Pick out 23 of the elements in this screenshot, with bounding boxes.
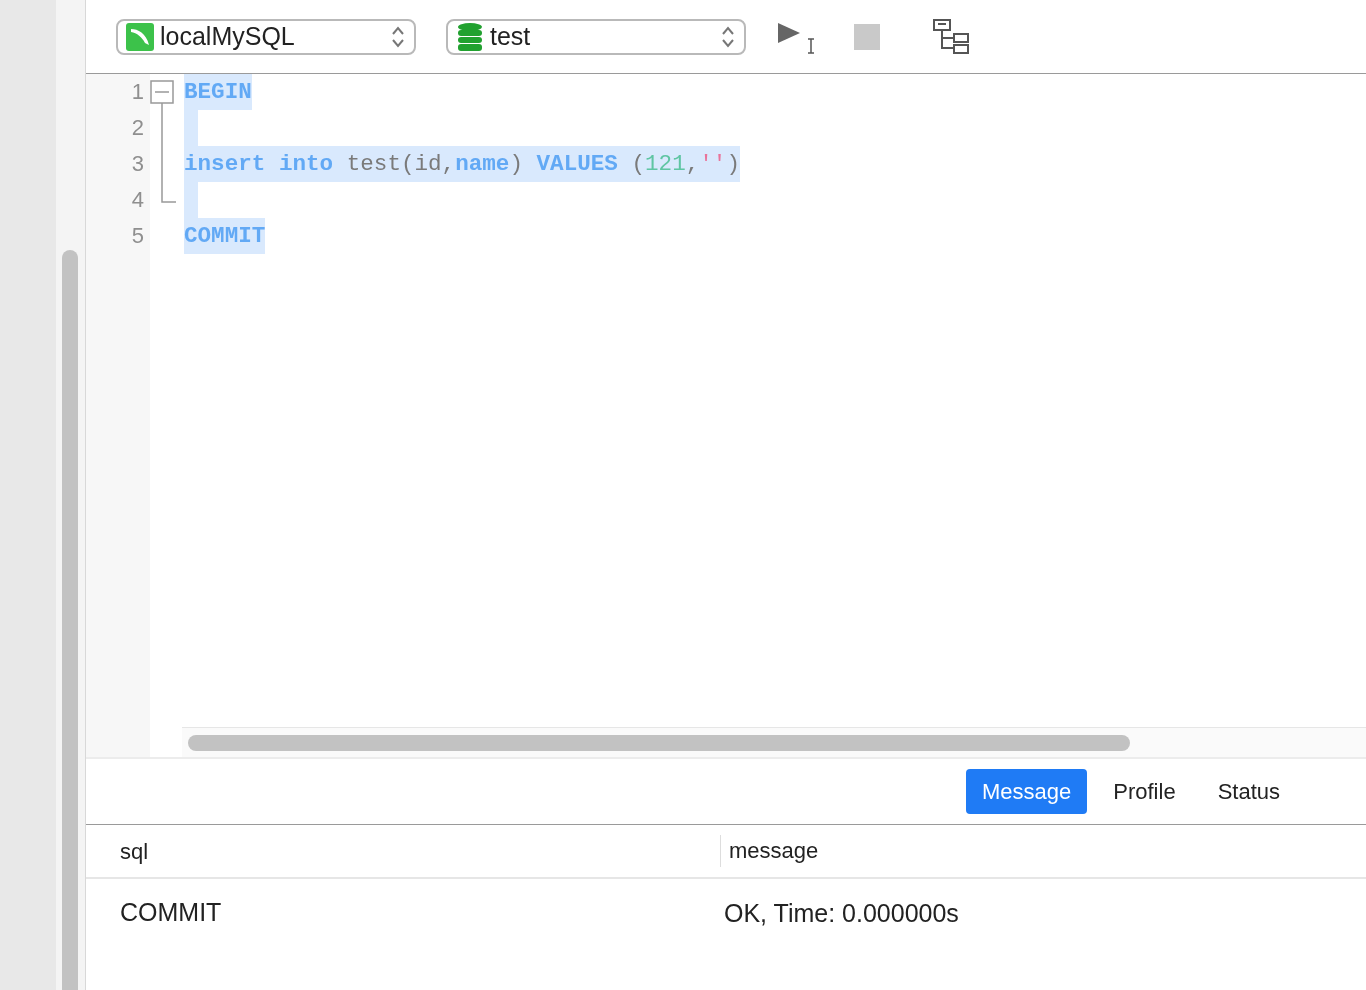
vertical-scrollbar[interactable] <box>62 250 78 990</box>
database-icon <box>456 21 484 52</box>
database-select[interactable]: test <box>446 18 746 55</box>
connection-icon <box>126 22 154 51</box>
line-number: 3 <box>130 150 145 178</box>
table-cell: COMMIT <box>120 898 222 927</box>
table-cell: OK, Time: 0.000000s <box>724 899 959 927</box>
explain-button[interactable] <box>932 17 970 56</box>
result-tab[interactable]: Profile <box>1097 769 1192 814</box>
result-tab[interactable]: Message <box>966 769 1088 814</box>
connection-select[interactable]: localMySQL <box>116 18 416 55</box>
stop-button[interactable] <box>854 23 880 50</box>
column-header[interactable]: sql <box>120 838 149 864</box>
connection-name: localMySQL <box>160 20 296 52</box>
line-number: 4 <box>130 186 145 214</box>
column-header[interactable]: message <box>729 838 819 863</box>
database-name: test <box>490 20 532 52</box>
line-number: 2 <box>130 114 145 142</box>
result-tab[interactable]: Status <box>1201 769 1296 814</box>
horizontal-scrollbar[interactable] <box>188 735 1130 751</box>
fold-marker-icon[interactable] <box>150 80 176 204</box>
line-number: 5 <box>130 222 145 250</box>
line-number: 1 <box>130 78 145 106</box>
